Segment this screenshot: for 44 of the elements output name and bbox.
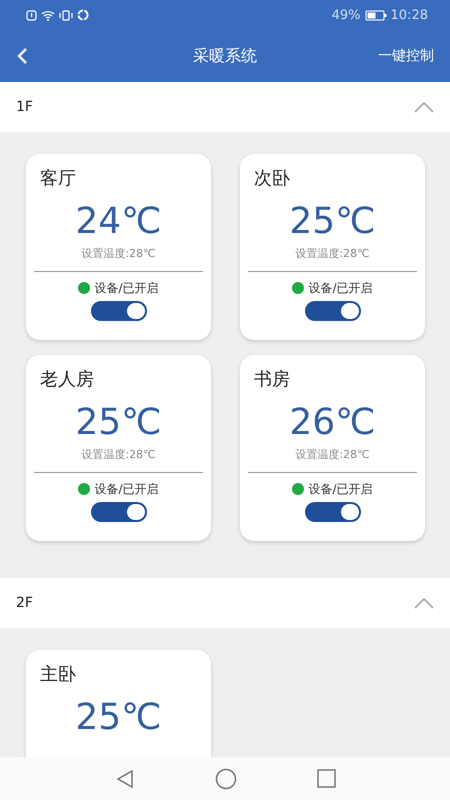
room-name: 主卧 (39, 663, 76, 686)
room-name: 老人房 (39, 368, 94, 391)
recents-nav-icon[interactable] (316, 769, 336, 788)
notification-icon (26, 10, 37, 20)
floor-header[interactable]: 2F (0, 578, 450, 628)
battery-percent: 49% (332, 8, 361, 22)
room-card[interactable]: 主卧 25℃ (26, 650, 211, 757)
back-nav-icon[interactable] (114, 768, 134, 788)
room-temperature: 26℃ (289, 403, 376, 443)
room-name: 客厅 (39, 167, 76, 190)
power-toggle[interactable] (90, 502, 146, 522)
room-temperature: 24℃ (75, 202, 162, 242)
set-temperature: 设置温度:28℃ (81, 246, 156, 261)
vibrate-icon (59, 10, 73, 20)
set-temperature: 设置温度:28℃ (81, 446, 156, 462)
floor-label: 1F (16, 99, 33, 115)
room-temperature: 25℃ (289, 202, 376, 242)
page-title: 采暖系统 (193, 46, 257, 66)
room-card[interactable]: 次卧 25℃ 设置温度:28℃ 设备/已开启 (240, 154, 425, 340)
set-temperature: 设置温度:28℃ (295, 446, 370, 462)
room-card[interactable]: 老人房 25℃ 设置温度:28℃ 设备/已开启 (26, 355, 211, 541)
room-temperature: 25℃ (75, 403, 162, 443)
power-toggle[interactable] (90, 300, 146, 321)
device-status: 设备/已开启 (308, 280, 373, 297)
back-icon[interactable] (16, 47, 28, 65)
power-toggle[interactable] (304, 502, 360, 522)
battery-icon (364, 10, 387, 20)
room-card[interactable]: 书房 26℃ 设置温度:28℃ 设备/已开启 (240, 355, 425, 541)
room-name: 书房 (253, 368, 290, 391)
clock: 10:28 (390, 8, 428, 22)
home-nav-icon[interactable] (214, 768, 236, 790)
wifi-icon (41, 10, 55, 20)
power-toggle[interactable] (304, 300, 360, 321)
floor-label: 2F (16, 595, 33, 611)
set-temperature: 设置温度:28℃ (295, 246, 370, 261)
room-temperature: 25℃ (75, 698, 162, 738)
device-status: 设备/已开启 (308, 480, 373, 498)
device-status: 设备/已开启 (94, 280, 159, 297)
one-key-control-button[interactable]: 一键控制 (378, 47, 434, 65)
room-card[interactable]: 客厅 24℃ 设置温度:28℃ 设备/已开启 (26, 154, 211, 340)
device-status: 设备/已开启 (94, 480, 159, 498)
room-name: 次卧 (253, 167, 290, 190)
floor-header[interactable]: 1F (0, 82, 450, 132)
sync-icon (77, 9, 89, 21)
